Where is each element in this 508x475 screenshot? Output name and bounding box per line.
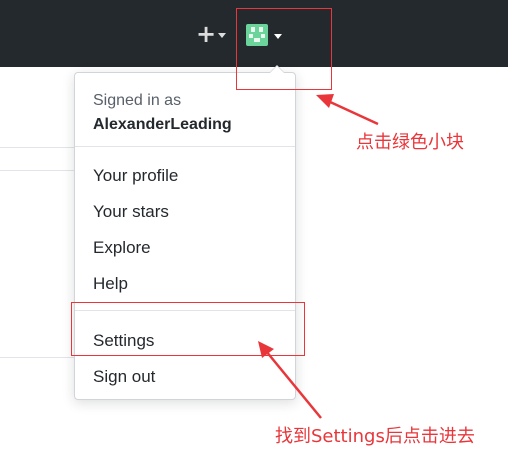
- annotation-arrows: [258, 94, 379, 419]
- arrow-to-settings: [265, 350, 322, 419]
- settings-hint-text: 找到Settings后点击进去: [275, 426, 475, 447]
- avatar-hint-text: 点击绿色小块: [356, 132, 464, 153]
- arrow-head-avatar: [316, 94, 334, 108]
- arrow-head-settings: [258, 341, 274, 358]
- arrow-to-avatar: [327, 99, 379, 126]
